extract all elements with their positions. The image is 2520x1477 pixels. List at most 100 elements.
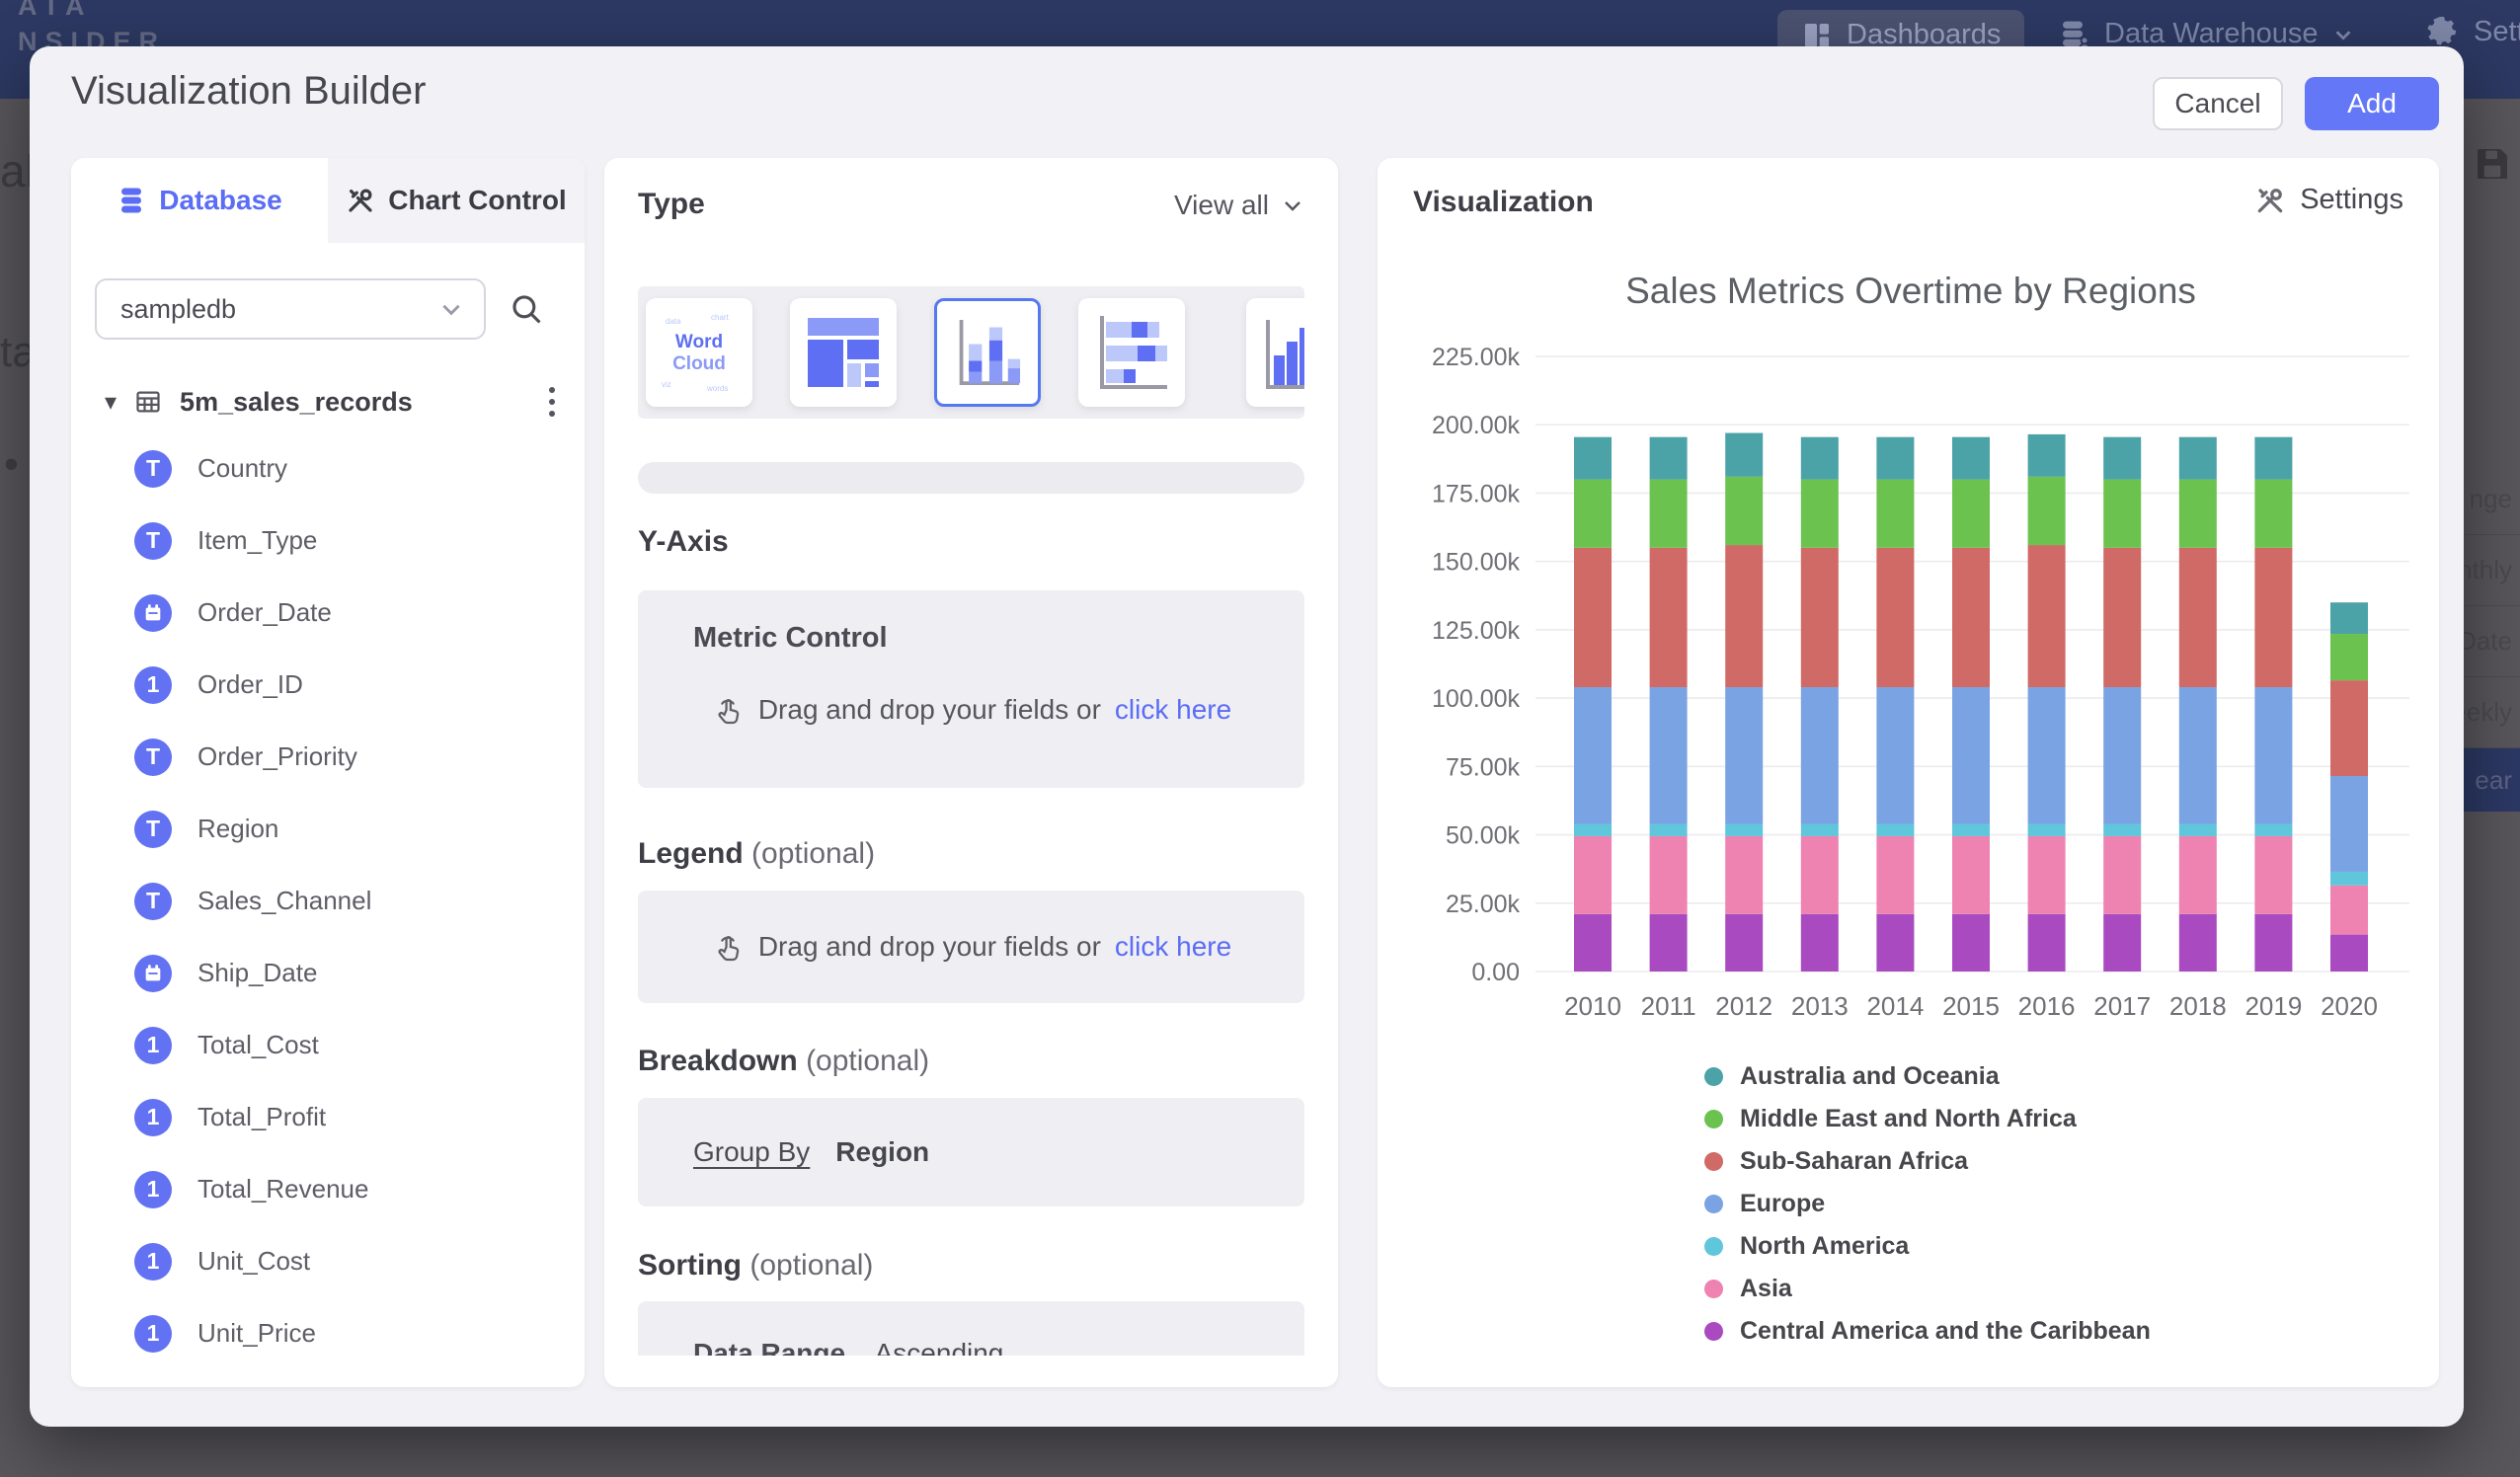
field-item[interactable]: 1Order_ID <box>71 649 585 721</box>
tab-chart-control-label: Chart Control <box>388 185 566 216</box>
caret-down-icon[interactable]: ▾ <box>105 388 117 417</box>
bar-segment <box>1650 437 1688 480</box>
field-item[interactable]: TOrder_Priority <box>71 721 585 793</box>
cancel-button[interactable]: Cancel <box>2153 77 2283 130</box>
modal-title: Visualization Builder <box>71 69 426 114</box>
legend-dot-icon <box>1704 1152 1723 1171</box>
sorting-card[interactable]: Data Range Ascending <box>638 1301 1304 1356</box>
view-all-dropdown[interactable]: View all <box>1174 190 1304 221</box>
y-tick-label: 50.00k <box>1446 822 1521 850</box>
bar-segment <box>2103 437 2141 480</box>
legend-optional-suffix: (optional) <box>751 837 875 870</box>
tools-icon <box>346 186 375 215</box>
text-field-icon: T <box>134 883 172 920</box>
field-item[interactable]: 1Unit_Cost <box>71 1225 585 1297</box>
visualization-settings-button[interactable]: Settings <box>2254 184 2403 216</box>
add-button[interactable]: Add <box>2305 77 2439 130</box>
tab-database[interactable]: Database <box>71 158 328 243</box>
breakdown-card[interactable]: Group By Region <box>638 1098 1304 1206</box>
bar-segment <box>2330 634 2368 680</box>
bar-segment <box>2028 823 2066 835</box>
search-icon[interactable] <box>510 292 543 326</box>
calendar-icon <box>142 602 164 624</box>
bar-segment <box>2028 545 2066 687</box>
number-field-icon: 1 <box>134 1315 172 1353</box>
bar-segment <box>2028 914 2066 972</box>
panel-tabs: Database Chart Control <box>71 158 585 243</box>
bar-segment <box>1574 823 1612 835</box>
y-tick-label: 225.00k <box>1432 344 1520 371</box>
breakdown-optional-suffix: (optional) <box>806 1045 929 1077</box>
y-tick-label: 175.00k <box>1432 480 1520 507</box>
click-here-link[interactable]: click here <box>1115 694 1231 726</box>
x-tick-label: 2010 <box>1564 991 1621 1021</box>
legend-item[interactable]: Central America and the Caribbean <box>1704 1317 2151 1346</box>
y-tick-label: 200.00k <box>1432 412 1520 439</box>
group-by-value: Region <box>835 1136 929 1168</box>
click-here-link[interactable]: click here <box>1115 931 1231 963</box>
bar-segment <box>1876 480 1914 548</box>
bar-segment <box>1801 823 1839 835</box>
field-label: Order_Date <box>197 597 332 628</box>
chart-type-stacked-column[interactable] <box>934 298 1041 407</box>
number-field-icon: 1 <box>134 666 172 704</box>
group-by-label[interactable]: Group By <box>693 1136 810 1168</box>
bar-segment <box>1801 836 1839 914</box>
legend-item[interactable]: Middle East and North Africa <box>1704 1105 2151 1133</box>
field-item[interactable]: TCountry <box>71 432 585 505</box>
legend-item[interactable]: Sub-Saharan Africa <box>1704 1147 2151 1176</box>
legend-label: Middle East and North Africa <box>1740 1105 2077 1133</box>
y-axis-heading: Y-Axis <box>638 525 729 559</box>
bar-segment <box>1574 437 1612 480</box>
field-label: Sales_Channel <box>197 886 371 916</box>
bar-segment <box>2330 680 2368 776</box>
database-select[interactable]: sampledb <box>95 278 486 340</box>
bar-segment <box>1876 548 1914 687</box>
table-name: 5m_sales_records <box>180 387 413 418</box>
metric-control-dropzone[interactable]: Metric Control Drag and drop your fields… <box>638 590 1304 788</box>
field-label: Region <box>197 814 278 844</box>
field-label: Total_Profit <box>197 1102 326 1132</box>
chart-config-panel: Type View all WordClouddatachartvizwords… <box>604 158 1338 1387</box>
field-item[interactable]: Ship_Date <box>71 937 585 1009</box>
field-item[interactable]: 1Total_Revenue <box>71 1153 585 1225</box>
field-item[interactable]: T Sales_Channel <box>71 865 585 937</box>
database-person-icon <box>2059 19 2090 50</box>
text-field-icon: T <box>134 738 172 776</box>
kebab-menu-icon[interactable] <box>549 387 555 417</box>
bar-segment <box>2179 836 2217 914</box>
field-item[interactable]: 1Unit_Price <box>71 1297 585 1369</box>
field-item[interactable]: Order_Date <box>71 577 585 649</box>
bar-segment <box>1801 480 1839 548</box>
y-tick-label: 150.00k <box>1432 549 1520 577</box>
bar-segment <box>1725 687 1763 823</box>
legend-dropzone[interactable]: Drag and drop your fields or click here <box>638 891 1304 1003</box>
bar-segment <box>2254 548 2292 687</box>
legend-item[interactable]: Asia <box>1704 1275 2151 1303</box>
field-item[interactable]: TRegion <box>71 793 585 865</box>
field-item[interactable]: TItem_Type <box>71 505 585 577</box>
nav-settings[interactable]: Settings <box>2424 14 2520 49</box>
field-item[interactable]: 1Total_Cost <box>71 1009 585 1081</box>
bar-segment <box>2103 836 2141 914</box>
bar-segment <box>1725 836 1763 914</box>
bar-segment <box>2028 434 2066 477</box>
chart-type-treemap[interactable] <box>790 298 897 407</box>
bar-segment <box>2179 437 2217 480</box>
legend-item[interactable]: Australia and Oceania <box>1704 1062 2151 1091</box>
field-item[interactable]: 1Total_Profit <box>71 1081 585 1153</box>
chart-type-word-cloud[interactable]: WordClouddatachartvizwords <box>646 298 752 407</box>
legend-item[interactable]: North America <box>1704 1232 2151 1261</box>
tab-chart-control[interactable]: Chart Control <box>328 158 585 243</box>
x-tick-label: 2016 <box>2018 991 2076 1021</box>
y-tick-label: 0.00 <box>1471 959 1520 986</box>
bar-segment <box>2179 548 2217 687</box>
bar-segment <box>2028 687 2066 823</box>
legend-item[interactable]: Europe <box>1704 1190 2151 1218</box>
database-select-value: sampledb <box>120 294 236 325</box>
chart-type-stacked-bar[interactable] <box>1078 298 1185 407</box>
visualization-heading: Visualization <box>1413 186 1594 219</box>
chart-type-histogram[interactable] <box>1246 298 1304 407</box>
chevron-down-icon <box>2332 24 2354 45</box>
chart-type-scrollbar[interactable] <box>638 462 1304 494</box>
